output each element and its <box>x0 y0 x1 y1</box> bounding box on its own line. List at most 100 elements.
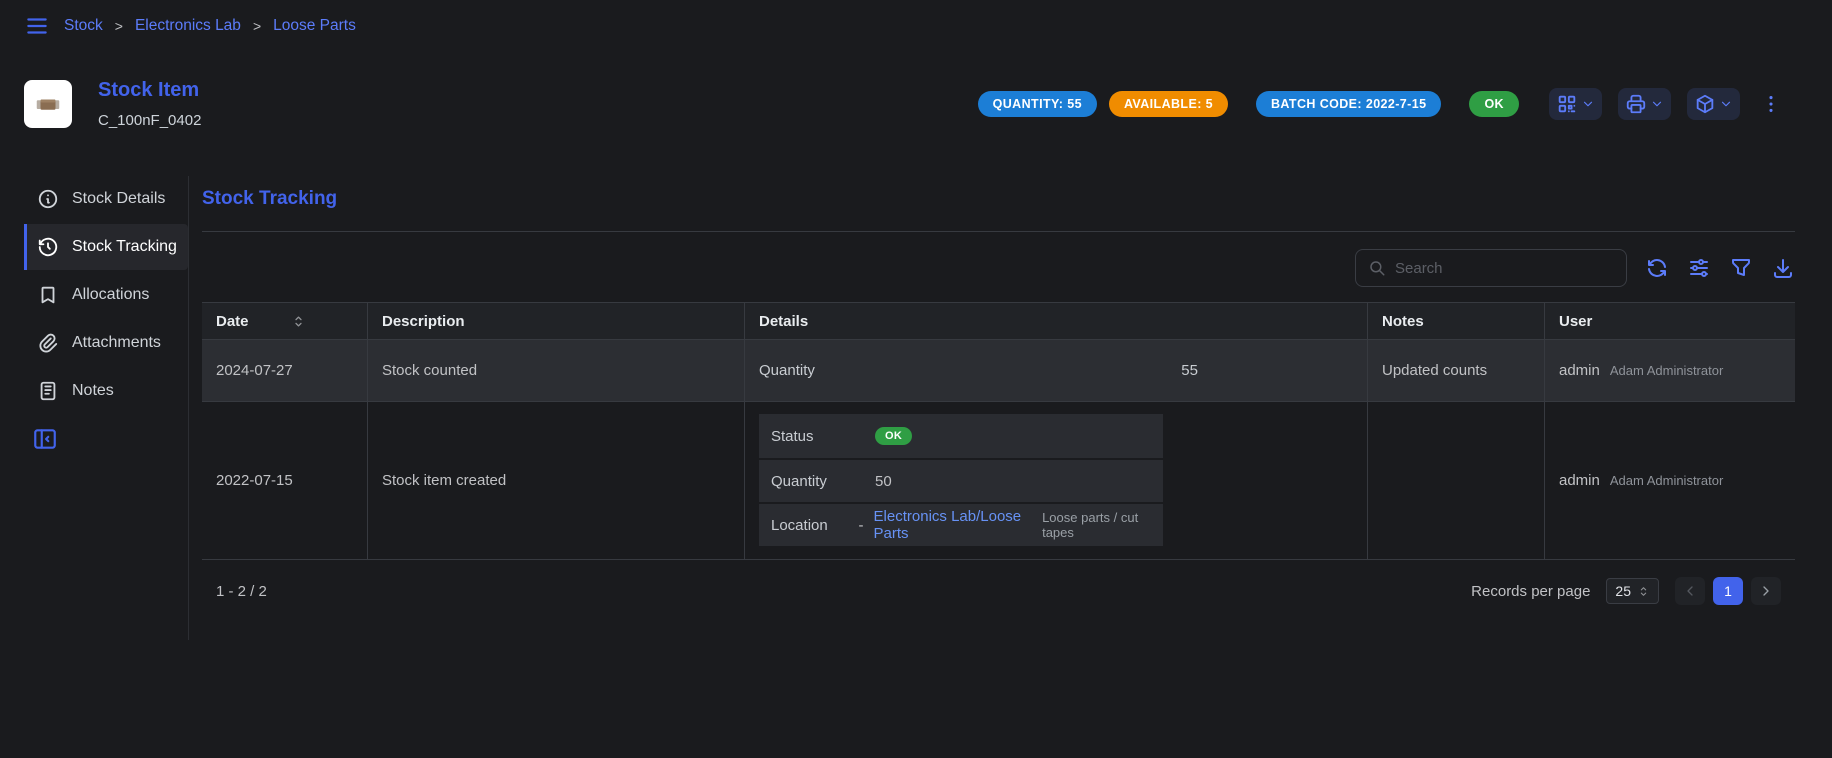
column-settings-button[interactable] <box>1687 256 1711 280</box>
sidebar-collapse-button[interactable] <box>24 426 68 452</box>
sidebar-item-stock-details[interactable]: Stock Details <box>24 176 188 222</box>
sidebar-item-stock-tracking[interactable]: Stock Tracking <box>24 224 188 270</box>
header-actions <box>1549 88 1786 120</box>
top-navigation-bar: Stock > Electronics Lab > Loose Parts <box>0 0 1832 52</box>
panel-title: Stock Tracking <box>202 176 1795 210</box>
sidebar-item-label: Stock Details <box>72 190 165 208</box>
printer-icon <box>1625 93 1647 115</box>
sidebar-item-attachments[interactable]: Attachments <box>24 320 188 366</box>
quantity-badge: QUANTITY: 55 <box>978 91 1097 117</box>
bookmark-icon <box>37 284 59 306</box>
column-header-description[interactable]: Description <box>368 303 745 339</box>
location-detail: Loose parts / cut tapes <box>1042 510 1151 540</box>
stock-actions-button[interactable] <box>1687 88 1740 120</box>
cell-date: 2022-07-15 <box>202 402 368 559</box>
sort-icon <box>291 314 306 329</box>
stock-item-page: { "topbar": { "separator": ">", "breadcr… <box>0 0 1832 758</box>
username: admin <box>1559 472 1600 489</box>
username: admin <box>1559 362 1600 379</box>
detail-row-location: Location - Electronics Lab/Loose Parts L… <box>759 502 1163 546</box>
sidebar-collapse-icon <box>32 426 58 452</box>
sidebar-item-allocations[interactable]: Allocations <box>24 272 188 318</box>
chevron-down-icon <box>1719 97 1733 111</box>
dots-vertical-icon <box>1760 93 1782 115</box>
breadcrumb: Stock > Electronics Lab > Loose Parts <box>64 17 356 35</box>
paperclip-icon <box>37 332 59 354</box>
barcode-actions-button[interactable] <box>1549 88 1602 120</box>
details-subtable: Status OK Quantity 50 Location - Electro… <box>759 414 1163 546</box>
status-badges: QUANTITY: 55 AVAILABLE: 5 BATCH CODE: 20… <box>978 91 1519 117</box>
previous-page-button[interactable] <box>1675 577 1705 605</box>
chevron-right-icon <box>1758 583 1774 599</box>
page-size-value: 25 <box>1615 583 1631 599</box>
detail-row-quantity: Quantity 50 <box>759 458 1163 502</box>
table-header-row: Date Description Details Notes User <box>202 302 1795 340</box>
filter-button[interactable] <box>1729 256 1753 280</box>
main-panel: Stock Tracking <box>202 176 1795 622</box>
chevron-left-icon <box>1682 583 1698 599</box>
capacitor-image <box>33 89 63 119</box>
pagination: 1 <box>1675 577 1781 605</box>
user-fullname: Adam Administrator <box>1610 473 1723 488</box>
download-icon <box>1771 256 1795 280</box>
column-header-notes[interactable]: Notes <box>1368 303 1545 339</box>
detail-value: 50 <box>875 473 892 490</box>
packages-icon <box>1694 93 1716 115</box>
detail-key: Location <box>771 517 859 534</box>
info-circle-icon <box>37 188 59 210</box>
table-row[interactable]: 2024-07-27 Stock counted Quantity 55 Upd… <box>202 340 1795 402</box>
print-actions-button[interactable] <box>1618 88 1671 120</box>
sidebar-item-notes[interactable]: Notes <box>24 368 188 414</box>
next-page-button[interactable] <box>1751 577 1781 605</box>
search-icon <box>1368 259 1386 277</box>
status-ok-chip: OK <box>875 427 912 445</box>
cell-details: Status OK Quantity 50 Location - Electro… <box>745 402 1368 559</box>
more-options-button[interactable] <box>1756 89 1786 119</box>
selector-icon <box>1637 585 1650 598</box>
part-name: C_100nF_0402 <box>98 112 201 129</box>
page-header: Stock Item C_100nF_0402 QUANTITY: 55 AVA… <box>0 52 1832 156</box>
page-number-button[interactable]: 1 <box>1713 577 1743 605</box>
cell-notes <box>1368 402 1545 559</box>
cell-notes: Updated counts <box>1368 340 1545 401</box>
filter-icon <box>1729 256 1753 280</box>
cell-user: admin Adam Administrator <box>1545 402 1795 559</box>
download-button[interactable] <box>1771 256 1795 280</box>
hamburger-menu-icon[interactable] <box>24 13 50 39</box>
column-header-date[interactable]: Date <box>202 303 368 339</box>
notes-icon <box>37 380 59 402</box>
breadcrumb-electronics-lab[interactable]: Electronics Lab <box>135 17 241 35</box>
detail-key: Quantity <box>771 473 875 490</box>
detail-key: Status <box>771 428 875 445</box>
part-thumbnail[interactable] <box>24 80 72 128</box>
sidebar-item-label: Notes <box>72 382 114 400</box>
location-link[interactable]: Electronics Lab/Loose Parts <box>874 508 1029 542</box>
refresh-button[interactable] <box>1645 256 1669 280</box>
sidebar-item-label: Stock Tracking <box>72 238 177 256</box>
table-toolbar <box>202 248 1795 288</box>
records-per-page-label: Records per page <box>1471 583 1590 600</box>
breadcrumb-stock[interactable]: Stock <box>64 17 103 35</box>
panel-divider <box>202 231 1795 232</box>
sidebar-item-label: Attachments <box>72 334 161 352</box>
cell-description: Stock counted <box>368 340 745 401</box>
cell-description: Stock item created <box>368 402 745 559</box>
detail-key: Quantity <box>759 362 1026 379</box>
history-icon <box>37 236 59 258</box>
batch-code-badge: BATCH CODE: 2022-7-15 <box>1256 91 1441 117</box>
stock-tracking-table: Date Description Details Notes User 2024… <box>202 302 1795 622</box>
column-header-details[interactable]: Details <box>745 303 1368 339</box>
chevron-down-icon <box>1581 97 1595 111</box>
page-size-select[interactable]: 25 <box>1606 578 1659 604</box>
cell-details: Quantity 55 <box>745 340 1368 401</box>
table-row[interactable]: 2022-07-15 Stock item created Status OK … <box>202 402 1795 560</box>
status-ok-badge: OK <box>1469 91 1519 117</box>
refresh-icon <box>1645 256 1669 280</box>
cell-user: admin Adam Administrator <box>1545 340 1795 401</box>
column-header-user[interactable]: User <box>1545 303 1795 339</box>
page-title: Stock Item <box>98 79 201 102</box>
cell-date: 2024-07-27 <box>202 340 368 401</box>
breadcrumb-loose-parts[interactable]: Loose Parts <box>273 17 356 35</box>
location-prefix: - <box>859 517 864 534</box>
search-input[interactable] <box>1395 260 1614 277</box>
